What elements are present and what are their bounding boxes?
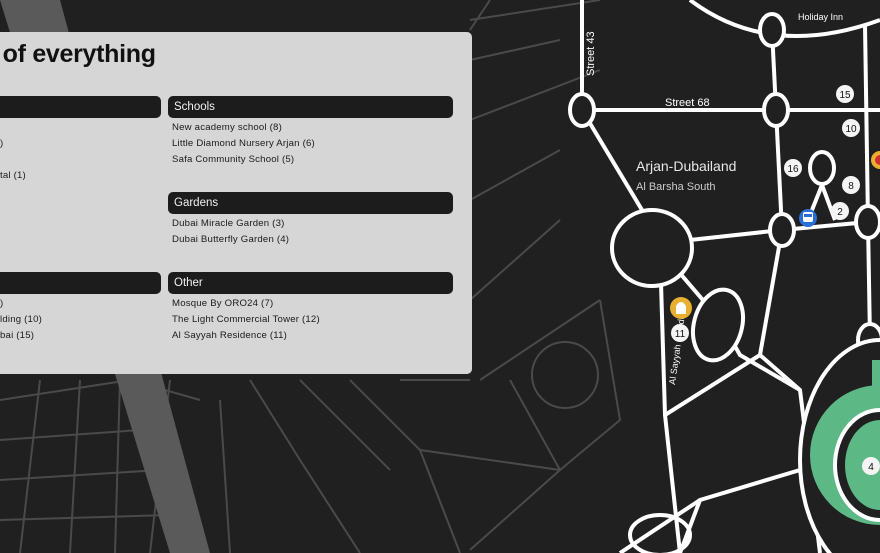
list-item-light-commercial-tower[interactable]: The Light Commercial Tower (12) [172,312,320,328]
list-item-dubai-miracle-garden[interactable]: Dubai Miracle Garden (3) [172,216,289,232]
list-item-little-diamond-nursery[interactable]: Little Diamond Nursery Arjan (6) [172,136,315,152]
svg-text:11: 11 [675,329,686,340]
section-header-other: Other [168,272,453,294]
bus-stop-icon[interactable] [799,209,817,227]
panel-title: t of everything [0,40,156,68]
marker-10[interactable]: 10 [842,119,860,137]
street-43-label: Street 43 [585,31,597,76]
svg-text:10: 10 [845,124,857,135]
list-item-dubai-butterfly-garden[interactable]: Dubai Butterfly Garden (4) [172,232,289,248]
section-items-other: Mosque By ORO24 (7) The Light Commercial… [172,296,320,344]
section-items-left-top: ) tal (1) [0,120,161,184]
list-item-al-sayyah-residence[interactable]: Al Sayyah Residence (11) [172,328,320,344]
svg-text:2: 2 [837,207,843,218]
marker-8[interactable]: 8 [842,176,860,194]
section-items-left-bottom: ) lding (10) bai (15) [0,296,161,344]
svg-text:4: 4 [868,462,874,473]
subarea-label: Al Barsha South [636,181,716,193]
list-item-new-academy-school[interactable]: New academy school (8) [172,120,315,136]
mosque-icon[interactable] [670,297,692,319]
marker-2[interactable]: 2 [831,202,849,220]
holiday-inn-label: Holiday Inn [798,12,843,22]
section-header-left-top [0,96,161,118]
svg-text:15: 15 [839,90,851,101]
svg-text:8: 8 [848,181,854,192]
list-item[interactable]: bai (15) [0,328,161,344]
marker-15[interactable]: 15 [836,85,854,103]
marker-11[interactable]: 11 [671,324,689,342]
section-items-schools: New academy school (8) Little Diamond Nu… [172,120,315,168]
svg-text:16: 16 [787,164,799,175]
area-label: Arjan-Dubailand [636,158,736,174]
list-item-mosque-by-oro24[interactable]: Mosque By ORO24 (7) [172,296,320,312]
marker-4[interactable]: 4 [862,457,880,475]
list-item[interactable] [0,120,161,136]
section-header-gardens: Gardens [168,192,453,214]
list-item-safa-community-school[interactable]: Safa Community School (5) [172,152,315,168]
section-header-schools: Schools [168,96,453,118]
section-items-gardens: Dubai Miracle Garden (3) Dubai Butterfly… [172,216,289,248]
street-68-label: Street 68 [665,97,710,109]
legend-panel: t of everything ) tal (1) ) lding (10) b… [0,32,472,374]
section-header-left-bottom [0,272,161,294]
list-item[interactable]: tal (1) [0,168,161,184]
list-item[interactable]: lding (10) [0,312,161,328]
marker-16[interactable]: 16 [784,159,802,177]
list-item[interactable]: ) [0,296,161,312]
list-item[interactable]: ) [0,136,161,152]
list-item[interactable] [0,152,161,168]
